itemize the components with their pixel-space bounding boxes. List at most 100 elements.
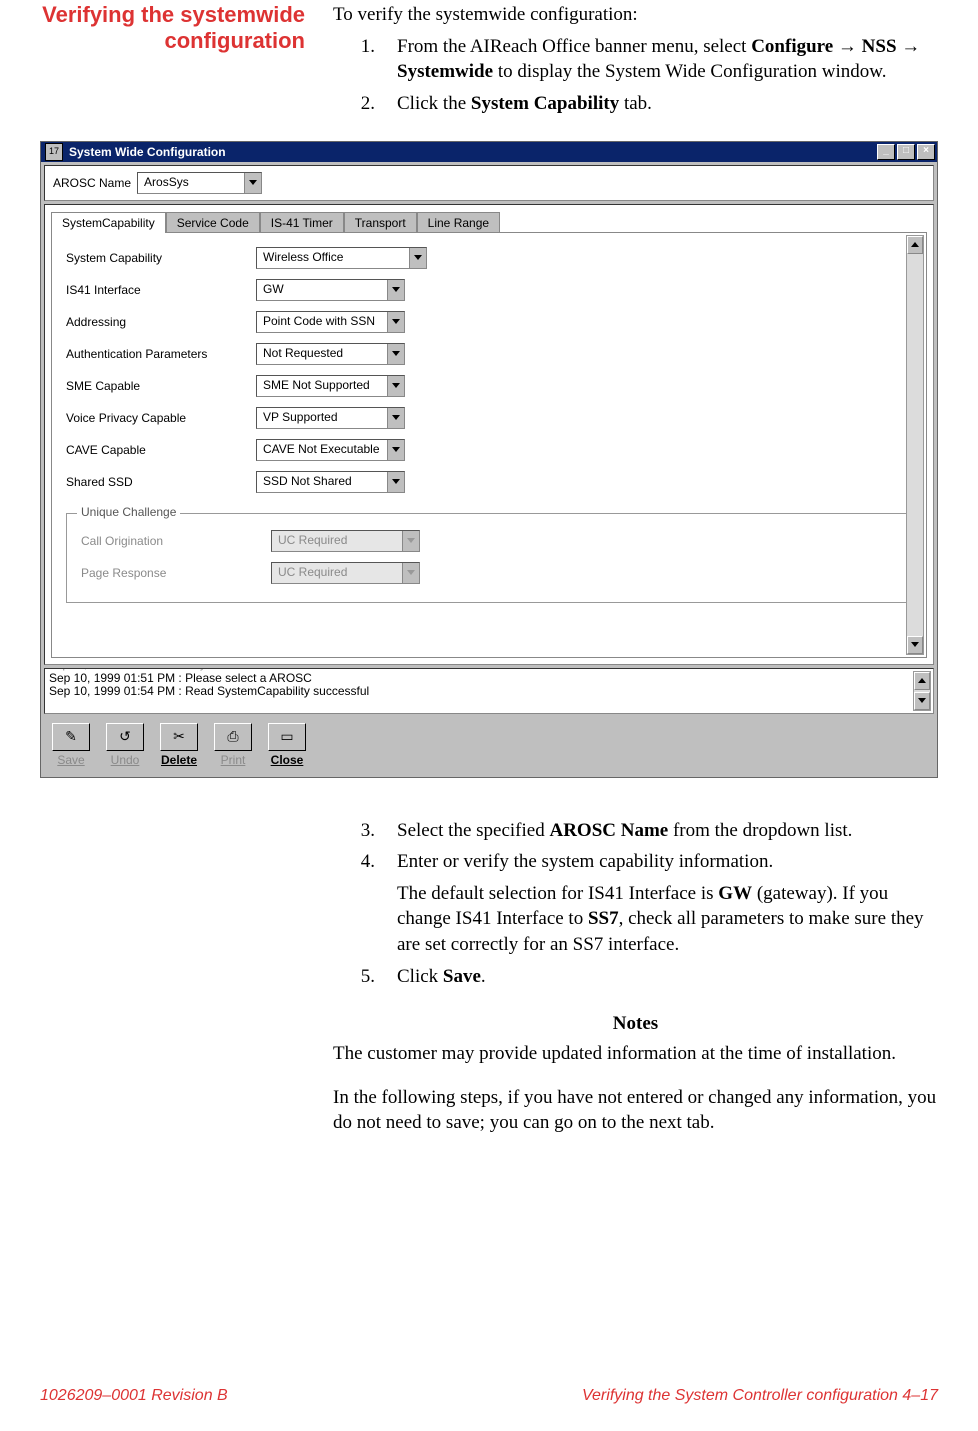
button-label: Undo bbox=[101, 753, 149, 767]
chevron-down-icon[interactable] bbox=[387, 280, 404, 300]
delete-icon: ✂ bbox=[160, 723, 198, 751]
section-heading: Verifying the systemwide configuration bbox=[40, 2, 333, 55]
field-label: CAVE Capable bbox=[66, 443, 256, 457]
field-value: SSD Not Shared bbox=[257, 472, 387, 492]
tab-is41-timer[interactable]: IS-41 Timer bbox=[260, 212, 344, 233]
chevron-down-icon[interactable] bbox=[387, 408, 404, 428]
button-label: Delete bbox=[155, 753, 203, 767]
tab-line-range[interactable]: Line Range bbox=[417, 212, 500, 233]
chevron-down-icon[interactable] bbox=[387, 472, 404, 492]
log-line: Sep 10, 1999 01:54 PM : Read SystemCapab… bbox=[49, 685, 913, 698]
window-title: System Wide Configuration bbox=[67, 145, 875, 159]
field-value: Wireless Office bbox=[257, 248, 409, 268]
note-text: The customer may provide updated informa… bbox=[333, 1041, 938, 1067]
field-label: Shared SSD bbox=[66, 475, 256, 489]
scroll-up-button[interactable] bbox=[914, 672, 930, 690]
call-origination-value: UC Required bbox=[272, 531, 402, 551]
field-dropdown[interactable]: SSD Not Shared bbox=[256, 471, 405, 493]
field-dropdown[interactable]: Point Code with SSN bbox=[256, 311, 405, 333]
field-value: Point Code with SSN bbox=[257, 312, 387, 332]
tab-system-capability[interactable]: SystemCapability bbox=[51, 212, 166, 233]
note-text: In the following steps, if you have not … bbox=[333, 1085, 938, 1136]
field-label: Voice Privacy Capable bbox=[66, 411, 256, 425]
arosc-name-label: AROSC Name bbox=[53, 176, 131, 190]
field-value: Not Requested bbox=[257, 344, 387, 364]
page-response-value: UC Required bbox=[272, 563, 402, 583]
status-log: Sep 10, 1999 01:51 PM : Ready Sep 10, 19… bbox=[44, 668, 934, 714]
field-dropdown[interactable]: SME Not Supported bbox=[256, 375, 405, 397]
field-dropdown[interactable]: CAVE Not Executable bbox=[256, 439, 405, 461]
field-dropdown[interactable]: VP Supported bbox=[256, 407, 405, 429]
steps-bottom-2: 5. Click Save. bbox=[333, 964, 938, 990]
step-number: 4. bbox=[333, 849, 397, 875]
step-text: Click the System Capability tab. bbox=[397, 91, 938, 117]
log-line: Sep 10, 1999 01:51 PM : Please select a … bbox=[49, 672, 913, 685]
step-text: Select the specified AROSC Name from the… bbox=[397, 818, 938, 844]
arosc-name-dropdown[interactable]: ArosSys bbox=[137, 172, 262, 194]
log-scrollbar[interactable] bbox=[913, 671, 931, 711]
save-button: ✎Save bbox=[47, 723, 95, 767]
close-button[interactable]: ▭ Close bbox=[263, 723, 311, 767]
tab-transport[interactable]: Transport bbox=[344, 212, 417, 233]
scroll-down-button[interactable] bbox=[907, 636, 923, 654]
system-icon[interactable]: 17 bbox=[45, 143, 63, 161]
notes-heading: Notes bbox=[333, 1011, 938, 1037]
steps-top: 1. From the AIReach Office banner menu, … bbox=[333, 34, 938, 117]
step-number: 3. bbox=[333, 818, 397, 844]
tab-strip: SystemCapability Service Code IS-41 Time… bbox=[45, 205, 933, 232]
close-icon: ▭ bbox=[268, 723, 306, 751]
chevron-down-icon[interactable] bbox=[244, 173, 261, 193]
chevron-down-icon[interactable] bbox=[409, 248, 426, 268]
field-value: VP Supported bbox=[257, 408, 387, 428]
undo-button: ↺ Undo bbox=[101, 723, 149, 767]
chevron-down-icon[interactable] bbox=[387, 312, 404, 332]
field-label: System Capability bbox=[66, 251, 256, 265]
call-origination-label: Call Origination bbox=[81, 534, 271, 548]
call-origination-dropdown: UC Required bbox=[271, 530, 420, 552]
field-value: GW bbox=[257, 280, 387, 300]
field-label: Authentication Parameters bbox=[66, 347, 256, 361]
vertical-scrollbar[interactable] bbox=[906, 235, 924, 655]
step-number: 5. bbox=[333, 964, 397, 990]
delete-button[interactable]: ✂ Delete bbox=[155, 723, 203, 767]
footer-right: Verifying the System Controller configur… bbox=[582, 1387, 938, 1405]
step-text: From the AIReach Office banner menu, sel… bbox=[397, 34, 938, 85]
arosc-strip: AROSC Name ArosSys bbox=[44, 165, 934, 201]
field-dropdown[interactable]: Wireless Office bbox=[256, 247, 427, 269]
chevron-down-icon[interactable] bbox=[387, 376, 404, 396]
tab-service-code[interactable]: Service Code bbox=[166, 212, 260, 233]
close-button[interactable]: × bbox=[917, 144, 935, 160]
page-response-label: Page Response bbox=[81, 566, 271, 580]
tab-panel: System CapabilityWireless Office IS41 Int… bbox=[51, 232, 927, 658]
minimize-button[interactable]: _ bbox=[877, 144, 895, 160]
field-label: IS41 Interface bbox=[66, 283, 256, 297]
steps-bottom: 3. Select the specified AROSC Name from … bbox=[333, 818, 938, 875]
step-text: Click Save. bbox=[397, 964, 938, 990]
print-button: ⎙ Print bbox=[209, 723, 257, 767]
undo-icon: ↺ bbox=[106, 723, 144, 751]
page-response-dropdown: UC Required bbox=[271, 562, 420, 584]
scroll-down-button[interactable] bbox=[914, 692, 930, 710]
titlebar[interactable]: 17 System Wide Configuration _ □ × bbox=[41, 142, 937, 162]
field-dropdown[interactable]: Not Requested bbox=[256, 343, 405, 365]
intro-text: To verify the systemwide configuration: bbox=[333, 2, 938, 28]
print-icon: ⎙ bbox=[214, 723, 252, 751]
field-value: SME Not Supported bbox=[257, 376, 387, 396]
field-value: CAVE Not Executable bbox=[257, 440, 387, 460]
chevron-down-icon[interactable] bbox=[387, 440, 404, 460]
chevron-down-icon[interactable] bbox=[387, 344, 404, 364]
button-label: Save bbox=[47, 753, 95, 767]
step-number: 1. bbox=[333, 34, 397, 85]
maximize-button[interactable]: □ bbox=[897, 144, 915, 160]
footer-left: 1026209–0001 Revision B bbox=[40, 1387, 228, 1405]
scroll-up-button[interactable] bbox=[907, 236, 923, 254]
button-label: Close bbox=[263, 753, 311, 767]
group-legend: Unique Challenge bbox=[77, 505, 180, 519]
step-number: 2. bbox=[333, 91, 397, 117]
button-label: Print bbox=[209, 753, 257, 767]
field-label: SME Capable bbox=[66, 379, 256, 393]
chevron-down-icon bbox=[402, 531, 419, 551]
field-dropdown[interactable]: GW bbox=[256, 279, 405, 301]
step-text: Enter or verify the system capability in… bbox=[397, 849, 938, 875]
step-subtext: The default selection for IS41 Interface… bbox=[397, 881, 938, 958]
